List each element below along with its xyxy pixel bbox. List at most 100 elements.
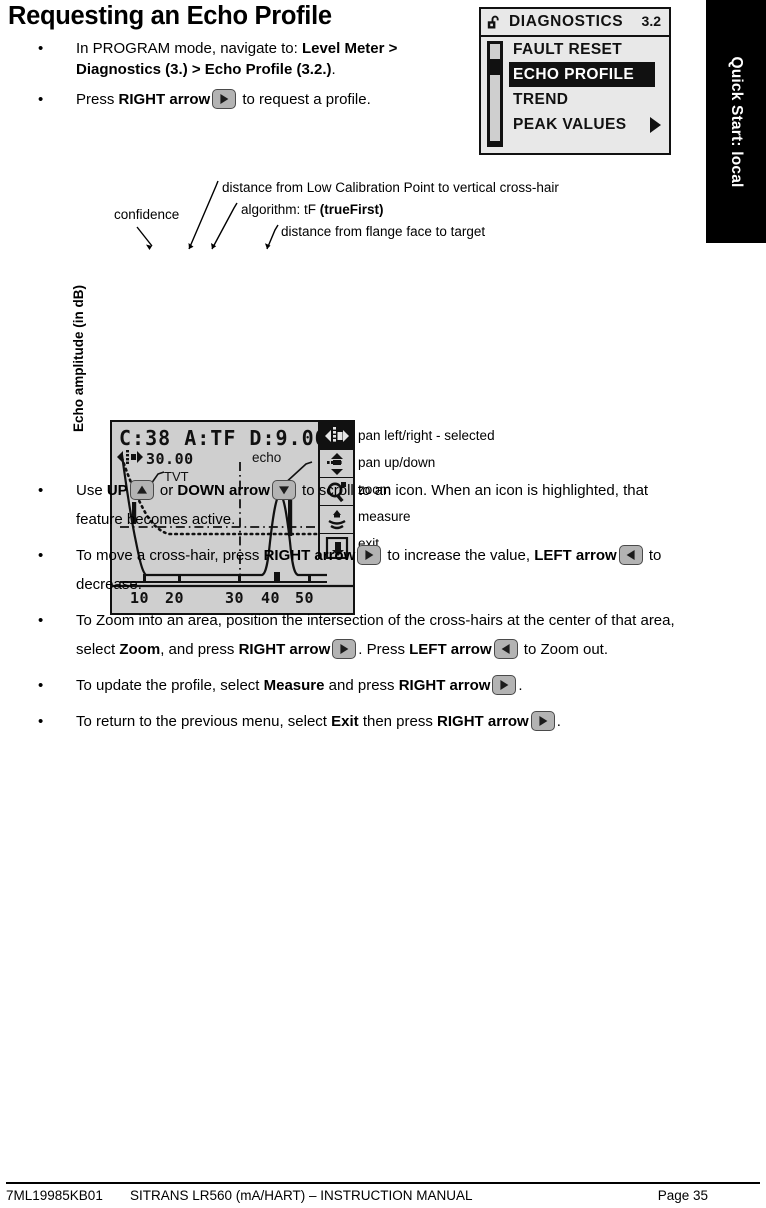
body-text: or xyxy=(155,482,178,499)
right-triangle-icon xyxy=(365,550,374,560)
emphasis-text: LEFT arrow xyxy=(409,641,492,658)
list-item-navigate: • In PROGRAM mode, navigate to: Level Met… xyxy=(8,38,468,80)
bullet-icon: • xyxy=(38,547,44,564)
bullet-icon: • xyxy=(38,482,44,499)
lcd-menu-item-label: FAULT RESET xyxy=(513,41,623,58)
list-item-move-crosshair: • To move a cross-hair, press RIGHT arrow… xyxy=(8,541,698,599)
left-arrow-key[interactable] xyxy=(618,545,643,565)
lcd-menu-header: DIAGNOSTICS 3.2 xyxy=(481,9,669,37)
footer-page-number: Page 35 xyxy=(657,1188,708,1203)
emphasis-text: RIGHT arrow xyxy=(263,547,356,564)
emphasis-text: DOWN arrow xyxy=(177,482,270,499)
right-arrow-key[interactable] xyxy=(332,639,357,659)
down-triangle-icon xyxy=(278,486,289,495)
right-arrow-key[interactable] xyxy=(492,675,517,695)
body-text: Press xyxy=(76,91,119,108)
lcd-menu-item-label: TREND xyxy=(513,91,569,108)
instruction-list: • Use UP or DOWN arrow to scroll to an ic… xyxy=(8,476,698,743)
body-text: . xyxy=(518,677,523,694)
list-item-scroll-icons: • Use UP or DOWN arrow to scroll to an ic… xyxy=(8,476,698,534)
lcd-menu-item-trend[interactable]: TREND xyxy=(509,87,669,112)
right-arrow-key[interactable] xyxy=(357,545,382,565)
lcd-menu-item-fault-reset[interactable]: FAULT RESET xyxy=(509,37,669,62)
side-tab: Quick Start: local xyxy=(706,0,766,243)
up-arrow-key[interactable] xyxy=(129,480,154,500)
right-triangle-icon xyxy=(340,644,349,654)
icon-cell-pan-left-right[interactable] xyxy=(320,422,353,450)
lcd-menu-items: FAULT RESET ECHO PROFILE TREND PEAK VALUES xyxy=(509,37,669,137)
side-tab-label: Quick Start: local xyxy=(728,55,745,188)
emphasis-text: Zoom xyxy=(119,641,161,658)
footer-divider xyxy=(6,1182,760,1184)
body-text: In PROGRAM mode, navigate to: xyxy=(76,40,302,57)
list-item-press-right: • Press RIGHT arrow to request a profile. xyxy=(8,89,468,110)
body-text: . Press xyxy=(358,641,410,658)
lcd-menu-version: 3.2 xyxy=(641,13,661,29)
icon-cell-pan-up-down[interactable] xyxy=(320,450,353,478)
lcd-menu-title: DIAGNOSTICS xyxy=(509,13,624,30)
lcd-menu-panel: DIAGNOSTICS 3.2 FAULT RESET ECHO PROFILE T… xyxy=(479,7,671,155)
left-arrow-key[interactable] xyxy=(493,639,518,659)
lcd-menu-item-label: ECHO PROFILE xyxy=(513,66,635,83)
right-arrow-key[interactable] xyxy=(530,711,555,731)
pan-up-down-icon xyxy=(325,452,349,475)
footer-title: SITRANS LR560 (mA/HART) – INSTRUCTION MA… xyxy=(130,1188,473,1203)
bullet-icon: • xyxy=(38,612,44,629)
body-text: to increase the value, xyxy=(383,547,535,564)
down-arrow-key[interactable] xyxy=(271,480,296,500)
page: Quick Start: local Requesting an Echo Pr… xyxy=(0,0,766,1208)
list-item-update-profile: • To update the profile, select Measure a… xyxy=(8,671,698,700)
body-text: . xyxy=(331,61,336,78)
body-text: To update the profile, select xyxy=(76,677,264,694)
icon-label-pan-up-down: pan up/down xyxy=(358,455,436,470)
list-item-zoom-area: • To Zoom into an area, position the inte… xyxy=(8,606,698,664)
emphasis-text: RIGHT arrow xyxy=(437,713,529,730)
body-text: Use xyxy=(76,482,107,499)
callout-algorithm: algorithm: tF (trueFirst) xyxy=(241,202,384,218)
right-triangle-icon xyxy=(220,94,229,104)
body-text: to request a profile. xyxy=(238,91,371,108)
body-text: To move a cross-hair, press xyxy=(76,547,264,564)
callout-algorithm-prefix: algorithm: tF xyxy=(241,202,320,217)
right-arrow-key[interactable] xyxy=(212,89,237,109)
lcd-menu-item-peak-values[interactable]: PEAK VALUES xyxy=(509,112,669,137)
scrollbar[interactable] xyxy=(487,41,503,147)
emphasis-text: RIGHT arrow xyxy=(398,677,491,694)
unlocked-padlock-icon xyxy=(487,15,502,30)
lcd-menu-body: FAULT RESET ECHO PROFILE TREND PEAK VALUES xyxy=(481,37,669,152)
emphasis-text: LEFT arrow xyxy=(534,547,617,564)
bullet-icon: • xyxy=(38,713,44,730)
emphasis-text: Exit xyxy=(331,713,359,730)
pan-left-right-icon xyxy=(324,425,349,447)
emphasis-text: Measure xyxy=(263,677,325,694)
y-axis-label: Echo amplitude (in dB) xyxy=(71,285,86,432)
bullet-icon: • xyxy=(38,91,44,108)
echo-profile-figure: distance from Low Calibration Point to v… xyxy=(0,170,700,615)
footer: 7ML19985KB01 SITRANS LR560 (mA/HART) – I… xyxy=(6,1188,760,1208)
body-text: and press xyxy=(324,677,399,694)
body-text: To return to the previous menu, select xyxy=(76,713,332,730)
page-title: Requesting an Echo Profile xyxy=(8,2,332,30)
lcd-menu-item-echo-profile[interactable]: ECHO PROFILE xyxy=(509,62,655,87)
right-triangle-icon xyxy=(539,716,548,726)
right-triangle-icon xyxy=(500,680,509,690)
chevron-right-icon xyxy=(650,116,661,133)
emphasis-text: RIGHT arrow xyxy=(238,641,331,658)
up-triangle-icon xyxy=(136,485,147,494)
intro-list: • In PROGRAM mode, navigate to: Level Met… xyxy=(8,38,468,119)
left-triangle-icon xyxy=(501,644,510,654)
scrollbar-thumb[interactable] xyxy=(490,75,500,141)
body-text: then press xyxy=(358,713,438,730)
body-text: . xyxy=(556,713,561,730)
callout-flange-distance: distance from flange face to target xyxy=(281,224,486,239)
callout-confidence: confidence xyxy=(114,207,180,222)
left-triangle-icon xyxy=(626,550,635,560)
icon-label-pan-left-right: pan left/right - selected xyxy=(358,428,495,443)
callout-low-cal-point: distance from Low Calibration Point to v… xyxy=(222,180,559,195)
emphasis-text: RIGHT arrow xyxy=(118,91,211,108)
bullet-icon: • xyxy=(38,677,44,694)
emphasis-text: UP xyxy=(106,482,128,499)
scrollbar-track-top xyxy=(490,44,500,59)
list-item-return-menu: • To return to the previous menu, select … xyxy=(8,707,698,736)
body-text: to Zoom out. xyxy=(519,641,609,658)
